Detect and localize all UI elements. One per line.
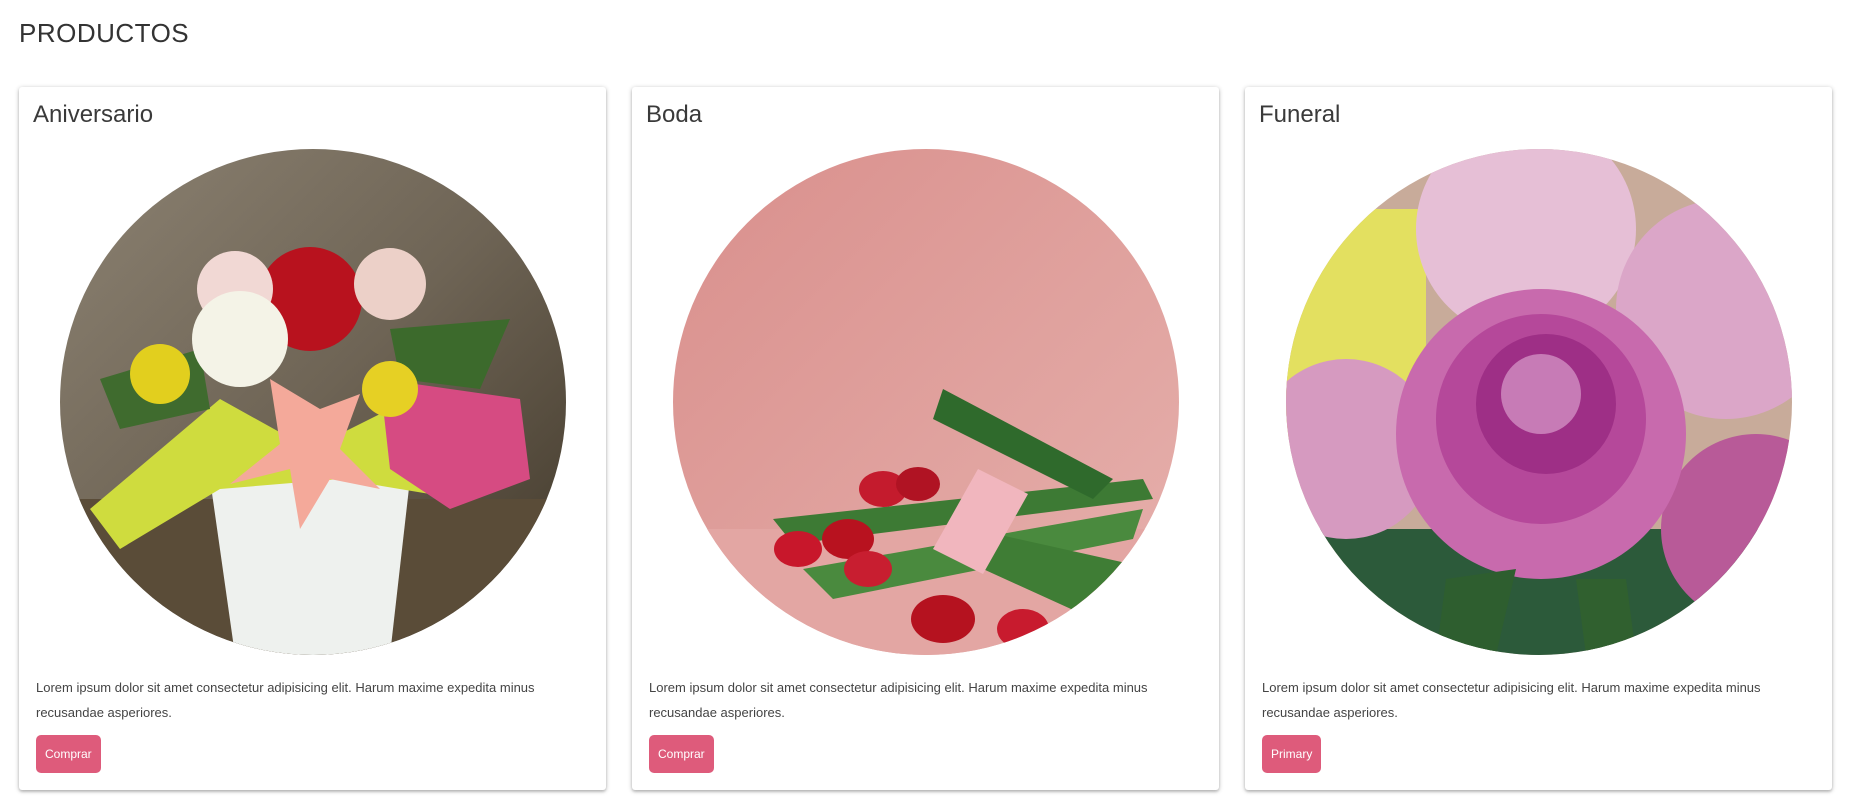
bouquet-in-vase-image <box>60 149 566 655</box>
buy-button[interactable]: Comprar <box>36 735 101 773</box>
card-title: Funeral <box>1259 101 1341 128</box>
primary-button[interactable]: Primary <box>1262 735 1322 773</box>
product-cards: Aniversario Lorem ipsum dolor sit amet c… <box>19 87 1832 790</box>
peonies-image <box>1286 149 1792 655</box>
card-title: Boda <box>646 101 703 128</box>
page-title: PRODUCTOS <box>19 18 190 48</box>
buy-button[interactable]: Comprar <box>649 735 714 773</box>
tulips-on-pink-image <box>673 149 1179 655</box>
product-card-boda: Boda Lorem ipsum dolor sit amet consecte… <box>632 87 1219 790</box>
card-description: Lorem ipsum dolor sit amet consectetur a… <box>36 680 535 720</box>
card-description: Lorem ipsum dolor sit amet consectetur a… <box>649 680 1148 720</box>
card-description: Lorem ipsum dolor sit amet consectetur a… <box>1262 680 1761 720</box>
card-title: Aniversario <box>33 101 154 128</box>
product-card-aniversario: Aniversario Lorem ipsum dolor sit amet c… <box>19 87 606 790</box>
product-card-funeral: Funeral Lorem ipsum dolor sit amet conse… <box>1245 87 1832 790</box>
